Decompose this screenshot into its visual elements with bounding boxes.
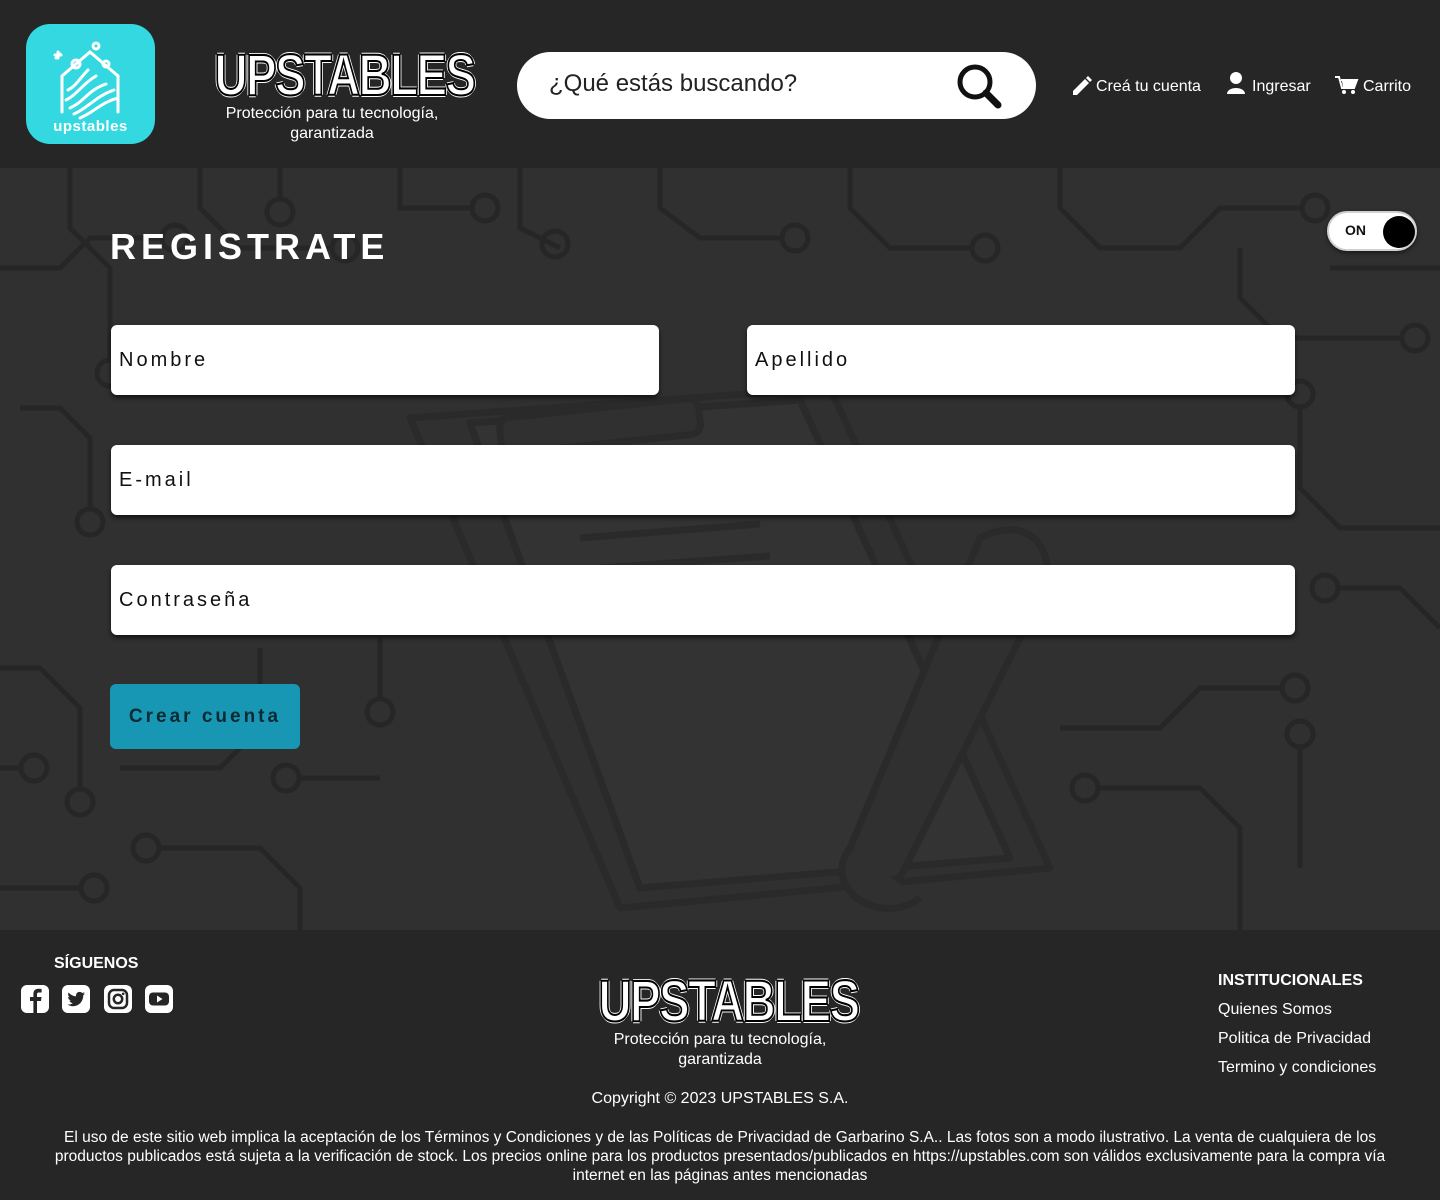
copyright: Copyright © 2023 UPSTABLES S.A. [591,1090,849,1107]
toggle-label: ON [1345,222,1366,238]
password-field[interactable] [111,565,1295,635]
brand-subtitle: Protección para tu tecnología, garantiza… [225,105,439,142]
circuit-background-illustration [0,168,1440,930]
search-bar[interactable]: ¿Qué estás buscando? [517,52,1036,119]
site-footer: SÍGUENOS UPSTABLES Protección para tu te… [0,930,1440,1200]
toggle-knob [1383,216,1415,248]
password-input[interactable] [111,565,1295,635]
cart-icon [1335,76,1359,94]
brand[interactable]: UPSTABLES Protección para tu tecnología,… [186,41,478,144]
terms-link[interactable]: Termino y condiciones [1218,1059,1376,1077]
search-input[interactable]: ¿Qué estás buscando? [549,70,797,98]
legal-text: El uso de este sitio web implica la acep… [54,1129,1386,1184]
search-icon[interactable] [955,62,1003,110]
cart-label: Carrito [1363,78,1412,95]
instagram-icon[interactable] [103,984,133,1014]
last-name-input[interactable] [747,325,1295,395]
pencil-icon [1073,76,1092,95]
first-name-field[interactable] [111,325,659,395]
site-header: upstables UPSTABLES Protección para tu t… [0,0,1440,168]
email-field[interactable] [111,445,1295,515]
brand-title: UPSTABLES [214,41,477,108]
footer-brand-subtitle: Protección para tu tecnología, garantiza… [613,1031,827,1068]
footer-brand-title: UPSTABLES [598,967,861,1034]
page-title: REGISTRATE [110,226,390,267]
first-name-input[interactable] [111,325,659,395]
register-section: REGISTRATE ON Crear cuenta [0,168,1440,930]
footer-brand[interactable]: UPSTABLES Protección para tu tecnología,… [570,967,870,1070]
email-input[interactable] [111,445,1295,515]
create-account-link[interactable]: Creá tu cuenta [1070,66,1201,96]
last-name-field[interactable] [747,325,1295,395]
login-label: Ingresar [1252,78,1311,95]
logo-word: upstables [53,118,128,135]
institutional-title: INSTITUCIONALES [1218,972,1363,989]
on-toggle[interactable]: ON [1327,211,1417,251]
facebook-icon[interactable] [20,984,50,1014]
create-account-label: Creá tu cuenta [1096,78,1201,95]
login-link[interactable]: Ingresar [1226,66,1311,96]
logo-icon[interactable]: upstables [26,24,155,144]
privacy-policy-link[interactable]: Politica de Privacidad [1218,1030,1371,1048]
twitter-icon[interactable] [61,984,91,1014]
user-icon [1227,72,1245,94]
create-account-button[interactable]: Crear cuenta [110,684,300,749]
follow-title: SÍGUENOS [54,955,139,972]
youtube-icon[interactable] [144,984,174,1014]
cart-link[interactable]: Carrito [1334,66,1411,96]
about-us-link[interactable]: Quienes Somos [1218,1001,1332,1019]
